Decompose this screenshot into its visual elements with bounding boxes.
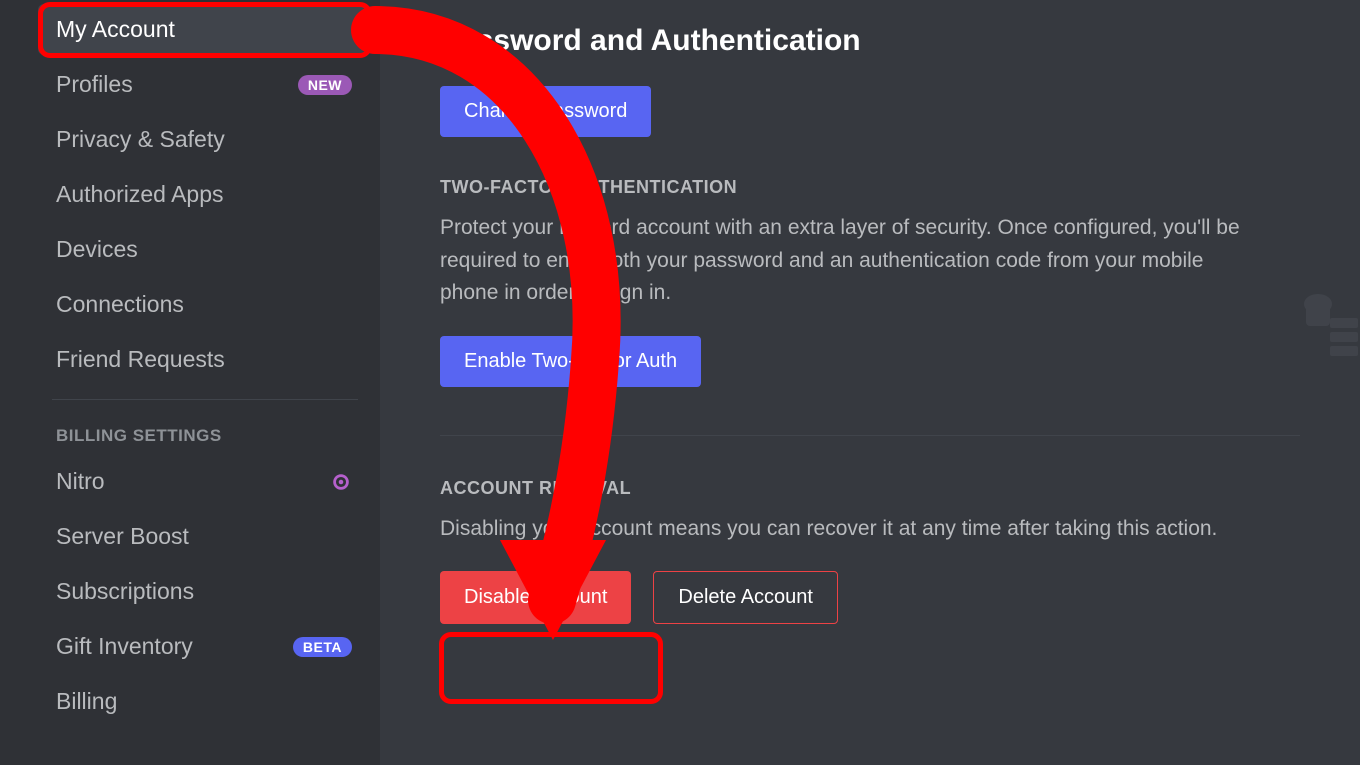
decorative-illustration — [1300, 280, 1360, 365]
sidebar-item-friend-requests[interactable]: Friend Requests — [38, 334, 370, 385]
sidebar-item-label: Server Boost — [56, 523, 189, 550]
account-removal-buttons: Disable Account Delete Account — [440, 571, 1300, 624]
change-password-button[interactable]: Change Password — [440, 86, 651, 137]
sidebar-item-label: Nitro — [56, 468, 105, 495]
sidebar-item-nitro[interactable]: Nitro — [38, 456, 370, 507]
sidebar-item-label: Authorized Apps — [56, 181, 224, 208]
new-badge: NEW — [298, 75, 352, 95]
sidebar-section-billing: BILLING SETTINGS — [38, 414, 380, 452]
sidebar-separator — [52, 399, 358, 400]
sidebar-item-connections[interactable]: Connections — [38, 279, 370, 330]
sidebar-item-label: Subscriptions — [56, 578, 194, 605]
twofa-block: TWO-FACTOR AUTHENTICATION Protect your D… — [440, 177, 1300, 387]
beta-badge: BETA — [293, 637, 352, 657]
sidebar-item-devices[interactable]: Devices — [38, 224, 370, 275]
account-removal-header: ACCOUNT REMOVAL — [440, 478, 1300, 499]
content-divider — [440, 435, 1300, 436]
sidebar-item-server-boost[interactable]: Server Boost — [38, 511, 370, 562]
sidebar-item-billing[interactable]: Billing — [38, 676, 370, 727]
twofa-header: TWO-FACTOR AUTHENTICATION — [440, 177, 1300, 198]
settings-sidebar: My Account Profiles NEW Privacy & Safety… — [0, 0, 380, 765]
page-title: Password and Authentication — [440, 24, 1300, 58]
twofa-body-text: Protect your Discord account with an ext… — [440, 212, 1260, 310]
account-removal-body-text: Disabling your account means you can rec… — [440, 513, 1260, 546]
settings-content: Password and Authentication Change Passw… — [380, 0, 1360, 765]
sidebar-item-label: Devices — [56, 236, 138, 263]
sidebar-item-profiles[interactable]: Profiles NEW — [38, 59, 370, 110]
sidebar-item-gift-inventory[interactable]: Gift Inventory BETA — [38, 621, 370, 672]
nitro-badge-icon — [330, 471, 352, 493]
sidebar-item-label: Billing — [56, 688, 117, 715]
sidebar-item-label: Profiles — [56, 71, 133, 98]
sidebar-item-my-account[interactable]: My Account — [38, 4, 370, 55]
account-removal-block: ACCOUNT REMOVAL Disabling your account m… — [440, 478, 1300, 625]
sidebar-item-authorized-apps[interactable]: Authorized Apps — [38, 169, 370, 220]
sidebar-item-subscriptions[interactable]: Subscriptions — [38, 566, 370, 617]
delete-account-button[interactable]: Delete Account — [653, 571, 838, 624]
sidebar-item-label: Friend Requests — [56, 346, 225, 373]
sidebar-item-label: Connections — [56, 291, 184, 318]
password-block: Change Password — [440, 86, 1300, 137]
disable-account-button[interactable]: Disable Account — [440, 571, 631, 624]
sidebar-item-privacy-safety[interactable]: Privacy & Safety — [38, 114, 370, 165]
sidebar-item-label: Privacy & Safety — [56, 126, 225, 153]
sidebar-item-label: My Account — [56, 16, 175, 43]
sidebar-item-label: Gift Inventory — [56, 633, 193, 660]
enable-2fa-button[interactable]: Enable Two-Factor Auth — [440, 336, 701, 387]
